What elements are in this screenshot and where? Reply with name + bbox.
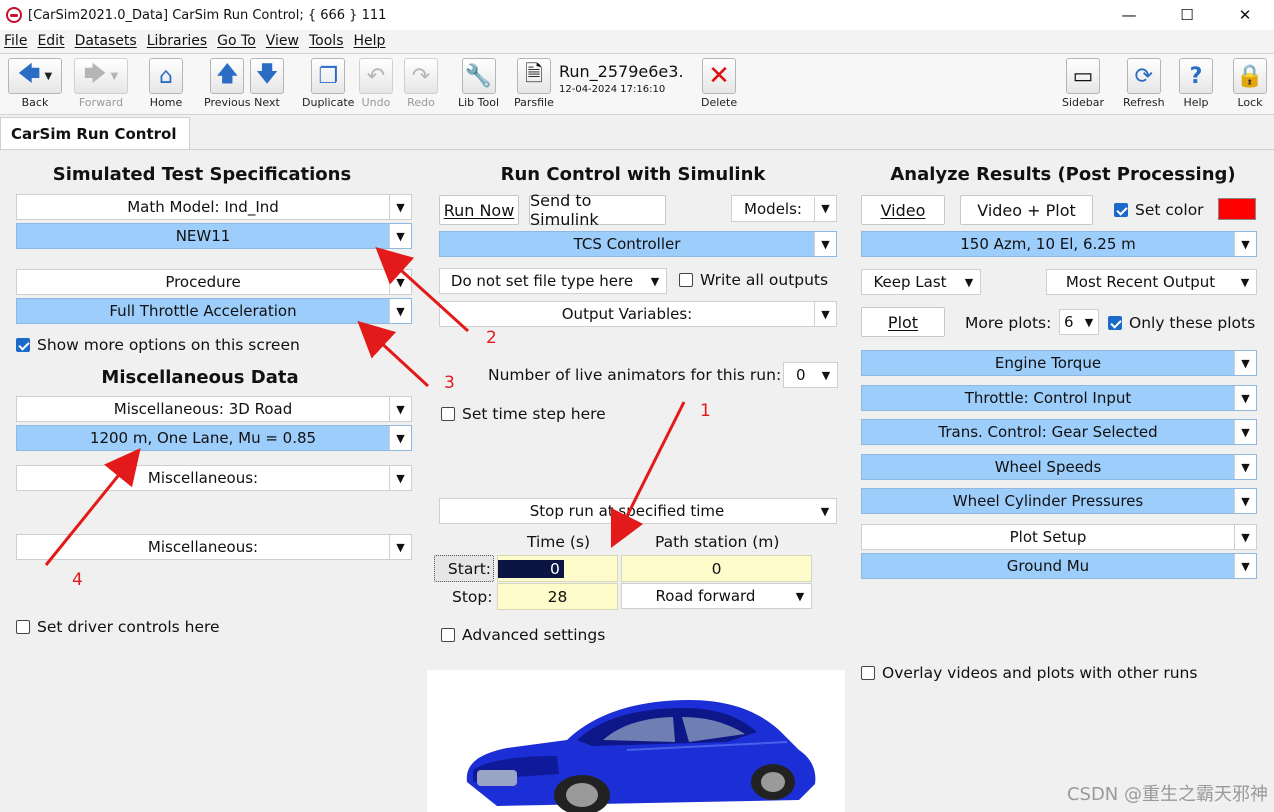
annotation-4: 4 (72, 570, 83, 590)
arrow-4 (44, 448, 141, 566)
arrow-1 (610, 401, 686, 549)
annotation-1: 1 (700, 401, 711, 421)
arrow-3 (357, 320, 430, 388)
arrow-2 (375, 246, 470, 333)
annotation-arrows (44, 246, 686, 566)
annotation-3: 3 (444, 373, 455, 393)
watermark: CSDN @重生之霸天邪神 (1066, 784, 1268, 805)
annotation-2: 2 (486, 328, 497, 348)
